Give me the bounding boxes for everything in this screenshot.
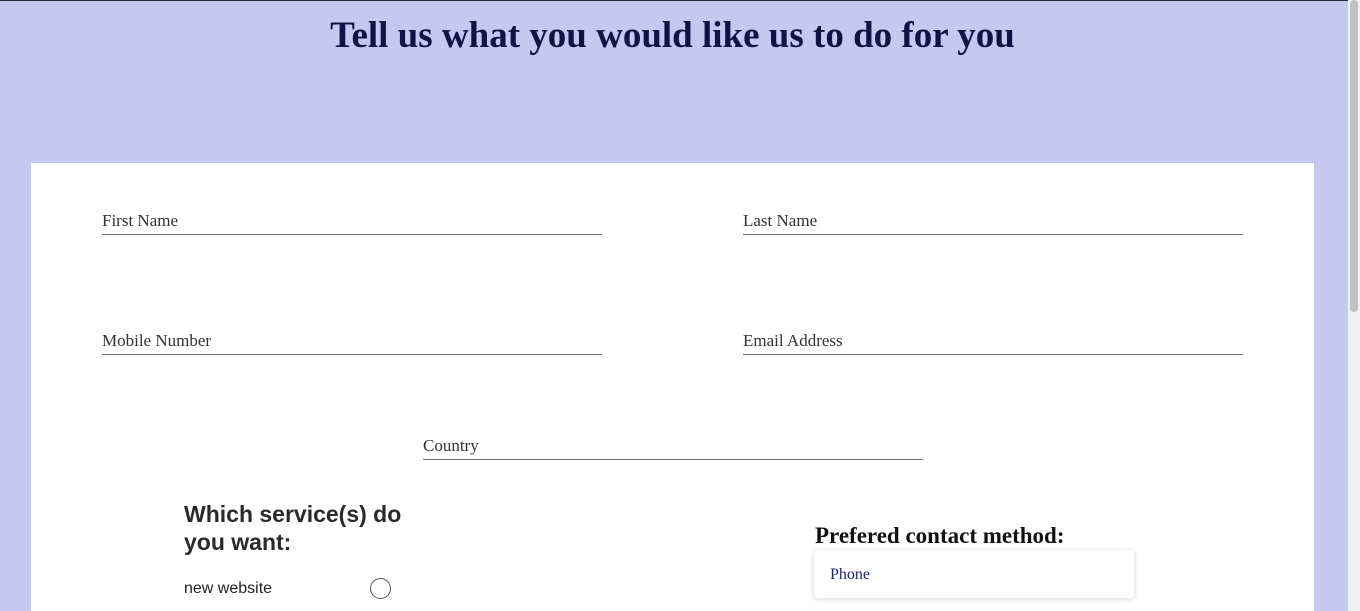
services-heading: Which service(s) do you want:: [184, 501, 402, 555]
service-option-label: new website: [184, 580, 273, 597]
contact-method-select[interactable]: Phone: [814, 550, 1134, 598]
mobile-number-field: [102, 327, 602, 355]
email-address-field: [743, 327, 1243, 355]
top-border: [0, 0, 1348, 1]
last-name-field: [743, 207, 1243, 235]
first-name-field: [102, 207, 602, 235]
page-scrollbar[interactable]: [1348, 0, 1360, 611]
last-name-input[interactable]: [743, 207, 1243, 234]
first-name-input[interactable]: [102, 207, 602, 234]
contact-method-heading: Prefered contact method:: [815, 523, 1065, 548]
contact-method-selected-value: Phone: [830, 566, 870, 583]
mobile-number-input[interactable]: [102, 327, 602, 354]
new-website-radio[interactable]: [370, 578, 391, 599]
page-title: Tell us what you would like us to do for…: [330, 15, 1015, 56]
country-field: [423, 432, 923, 460]
email-address-input[interactable]: [743, 327, 1243, 354]
scrollbar-thumb[interactable]: [1350, 0, 1358, 312]
country-input[interactable]: [423, 432, 923, 459]
